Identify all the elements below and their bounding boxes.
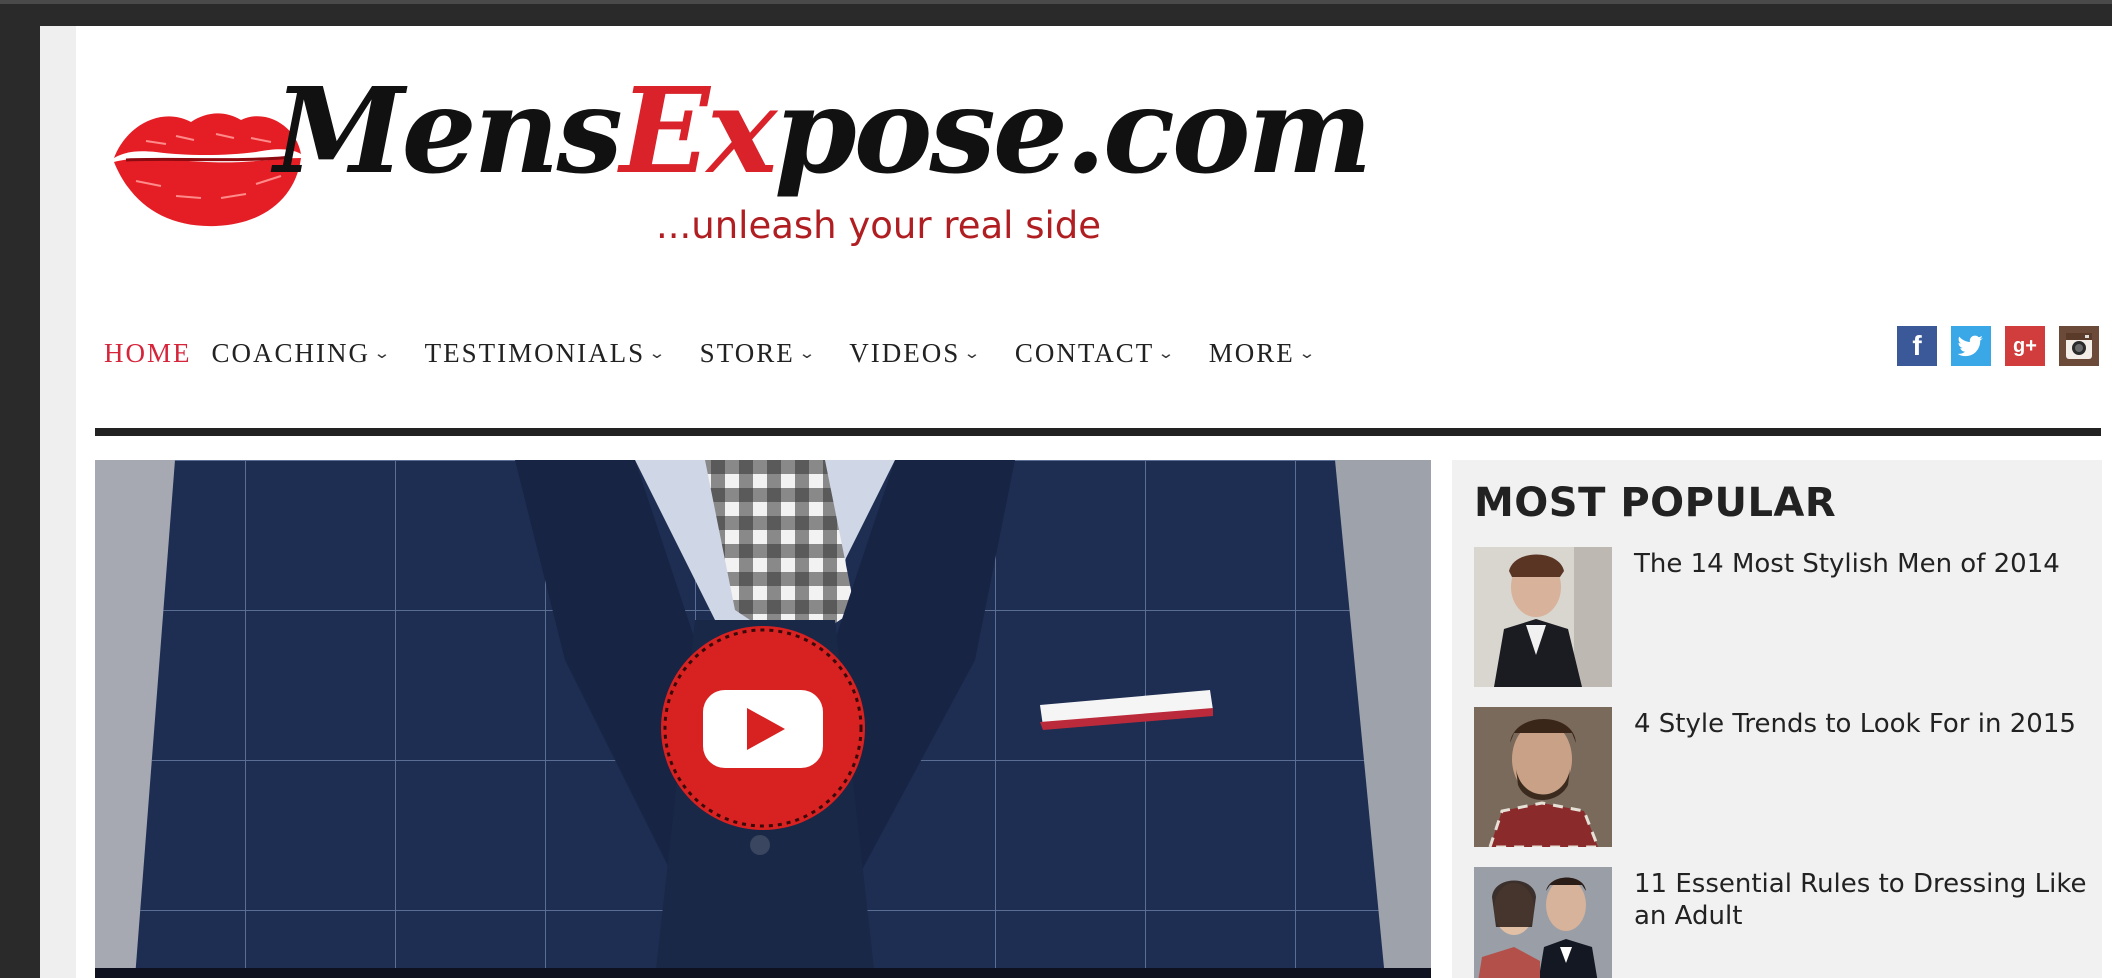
nav-item-coaching[interactable]: COACHING ⌄	[212, 338, 405, 369]
article-title: 4 Style Trends to Look For in 2015	[1634, 709, 2076, 739]
nav-item-label: TESTIMONIALS	[424, 337, 646, 368]
nav-item-videos[interactable]: VIDEOS ⌄	[849, 338, 995, 369]
nav-item-label: MORE	[1208, 337, 1295, 368]
instagram-icon[interactable]	[2059, 326, 2099, 366]
twitter-bird-glyph	[1958, 335, 1983, 357]
page: MensExpose.com ...unleash your real side…	[76, 26, 2112, 978]
logo-word-accent: Ex	[619, 61, 777, 200]
article-thumbnail	[1474, 547, 1612, 687]
popular-item[interactable]: The 14 Most Stylish Men of 2014	[1474, 547, 2094, 687]
nav-item-testimonials[interactable]: TESTIMONIALS ⌄	[425, 338, 680, 369]
facebook-icon[interactable]: f	[1897, 326, 1937, 366]
nav-divider	[95, 428, 2101, 436]
chevron-down-icon: ⌄	[1157, 345, 1178, 362]
hero-video[interactable]	[95, 460, 1431, 978]
hero-suit-image	[95, 460, 1431, 978]
nav-item-home[interactable]: HOME	[104, 338, 192, 369]
site-logo[interactable]: MensExpose.com ...unleash your real side	[106, 66, 1372, 266]
left-gutter	[40, 26, 76, 978]
chevron-down-icon: ⌄	[797, 345, 819, 362]
most-popular-sidebar: MOST POPULAR The 14 Most Stylish Men of …	[1452, 460, 2102, 978]
article-title: The 14 Most Stylish Men of 2014	[1634, 549, 2060, 579]
article-thumbnail	[1474, 867, 1612, 978]
google-plus-icon[interactable]: g+	[2005, 326, 2045, 366]
youtube-play-icon	[661, 626, 865, 830]
thumbnail-image	[1474, 707, 1612, 847]
camera-glyph	[2066, 333, 2092, 359]
logo-word-part1: Mens	[274, 61, 623, 200]
thumbnail-image	[1474, 547, 1612, 687]
main-nav: HOME COACHING ⌄ TESTIMONIALS ⌄ STORE ⌄ V…	[104, 328, 1349, 378]
nav-item-label: COACHING	[211, 337, 371, 368]
nav-item-label: STORE	[699, 337, 795, 368]
article-title: 11 Essential Rules to Dressing Like an A…	[1634, 869, 2087, 931]
chevron-down-icon: ⌄	[373, 345, 394, 362]
nav-item-contact[interactable]: CONTACT ⌄	[1015, 338, 1189, 369]
nav-item-label: CONTACT	[1014, 337, 1155, 368]
nav-item-label: HOME	[104, 337, 192, 368]
chevron-down-icon: ⌄	[648, 345, 669, 362]
nav-item-more[interactable]: MORE ⌄	[1209, 338, 1330, 369]
twitter-icon[interactable]	[1951, 326, 1991, 366]
thumbnail-image	[1474, 867, 1612, 978]
nav-item-store[interactable]: STORE ⌄	[700, 338, 830, 369]
sidebar-title: MOST POPULAR	[1474, 480, 1837, 526]
browser-top-strip	[0, 0, 2112, 4]
chevron-down-icon: ⌄	[963, 345, 984, 362]
popular-item[interactable]: 11 Essential Rules to Dressing Like an A…	[1474, 867, 2094, 978]
logo-word-part3: pose.com	[774, 61, 1372, 200]
logo-tagline: ...unleash your real side	[656, 204, 1102, 247]
article-thumbnail	[1474, 707, 1612, 847]
nav-item-label: VIDEOS	[849, 337, 961, 368]
popular-item[interactable]: 4 Style Trends to Look For in 2015	[1474, 707, 2094, 847]
logo-wordmark: MensExpose.com	[274, 66, 1372, 196]
chevron-down-icon: ⌄	[1297, 345, 1319, 362]
social-links: f g+	[1897, 326, 2112, 366]
